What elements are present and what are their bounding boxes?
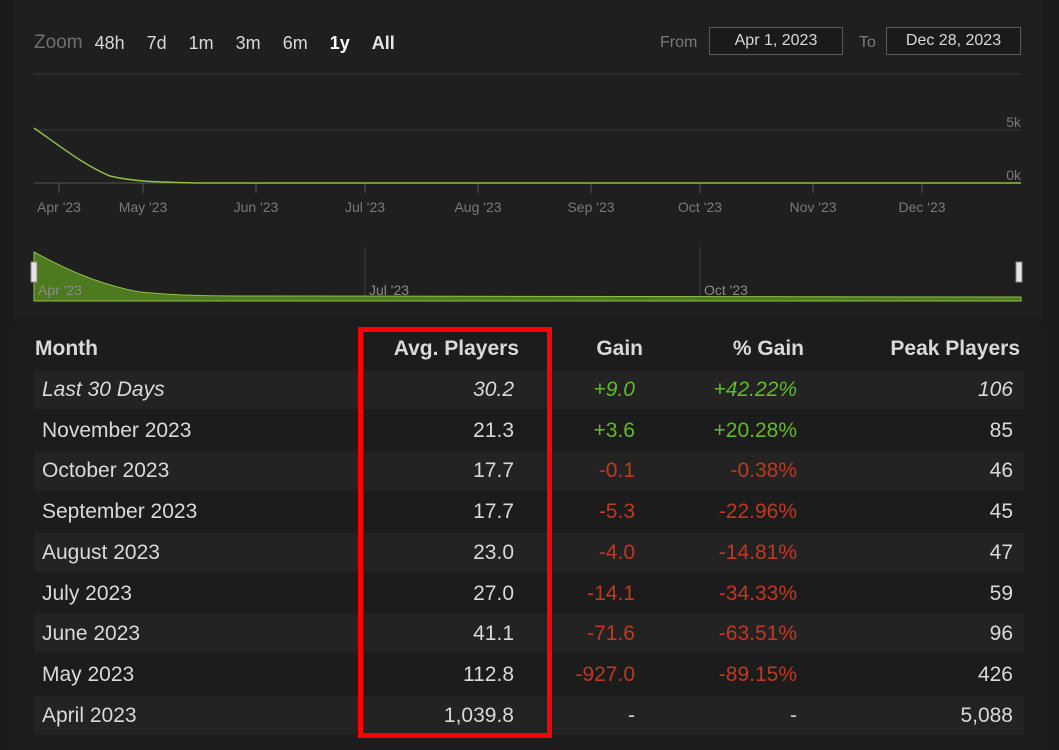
x-tick-label: Oct '23 <box>678 199 722 215</box>
peak-players-cell: 47 <box>989 540 1013 564</box>
month-cell: August 2023 <box>42 540 160 564</box>
x-tick-label: Jul '23 <box>345 199 385 215</box>
player-count-chart: 5k 0k Apr '23 May '23 Jun '23 Jul '23 Aug '2… <box>30 73 1023 302</box>
gain-cell: - <box>628 703 635 727</box>
month-cell: Last 30 Days <box>42 378 165 401</box>
peak-players-cell: 85 <box>989 418 1013 442</box>
peak-players-cell: 45 <box>989 500 1013 524</box>
month-cell: October 2023 <box>42 459 170 483</box>
month-cell: May 2023 <box>42 662 135 686</box>
gain-cell: -5.3 <box>598 500 635 524</box>
peak-players-cell: 426 <box>977 662 1013 686</box>
header-avg-players[interactable]: Avg. Players <box>394 337 519 361</box>
x-tick-label: Apr '23 <box>37 199 81 215</box>
avg-players-cell: 30.2 <box>473 378 514 401</box>
avg-players-cell: 17.7 <box>473 459 514 483</box>
month-cell: November 2023 <box>42 418 192 442</box>
table-row: Last 30 Days 30.2 +9.0 +42.22% 106 <box>34 370 1024 409</box>
gain-cell: -0.1 <box>598 459 635 483</box>
avg-players-cell: 1,039.8 <box>443 703 514 727</box>
table-row: October 2023 17.7 -0.1 -0.38% 46 <box>34 451 1024 491</box>
header-peak-players[interactable]: Peak Players <box>890 337 1020 361</box>
navigator-tick-label: Apr '23 <box>38 282 82 298</box>
peak-players-cell: 106 <box>977 378 1013 401</box>
gain-cell: -71.6 <box>587 622 635 646</box>
peak-players-cell: 59 <box>989 581 1013 605</box>
gain-cell: -927.0 <box>575 662 635 686</box>
avg-players-cell: 21.3 <box>473 418 514 442</box>
pct-gain-cell: +20.28% <box>713 418 798 442</box>
x-tick-label: Sep '23 <box>567 199 614 215</box>
peak-players-cell: 46 <box>989 459 1013 483</box>
pct-gain-cell: +42.22% <box>713 378 798 401</box>
navigator-right-handle[interactable] <box>1015 261 1023 283</box>
avg-players-cell: 17.7 <box>473 500 514 524</box>
y-tick-5k: 5k <box>1006 114 1022 130</box>
table-row: November 2023 21.3 +3.6 +20.28% 85 <box>34 411 1024 450</box>
table-row: April 2023 1,039.8 - - 5,088 <box>34 695 1024 735</box>
table-row: July 2023 27.0 -14.1 -34.33% 59 <box>34 574 1024 613</box>
peak-players-cell: 5,088 <box>960 703 1013 727</box>
navigator-tick-label: Oct '23 <box>704 282 748 298</box>
header-pct-gain[interactable]: % Gain <box>733 337 804 361</box>
pct-gain-cell: -14.81% <box>718 540 797 564</box>
y-tick-0k: 0k <box>1006 167 1022 183</box>
avg-players-cell: 27.0 <box>473 581 514 605</box>
month-cell: July 2023 <box>42 581 132 605</box>
gain-cell: +9.0 <box>593 378 635 401</box>
header-gain[interactable]: Gain <box>596 337 643 361</box>
avg-players-cell: 112.8 <box>463 662 514 686</box>
month-cell: April 2023 <box>42 703 137 727</box>
pct-gain-cell: -0.38% <box>730 459 797 483</box>
pct-gain-cell: -63.51% <box>718 622 797 646</box>
avg-players-cell: 23.0 <box>473 540 514 564</box>
pct-gain-cell: -89.15% <box>718 662 797 686</box>
table-row: September 2023 17.7 -5.3 -22.96% 45 <box>34 492 1024 531</box>
gain-cell: -14.1 <box>587 581 635 605</box>
x-tick-label: Dec '23 <box>898 199 945 215</box>
x-tick-label: Aug '23 <box>454 199 501 215</box>
gain-cell: +3.6 <box>593 418 635 442</box>
header-month[interactable]: Month <box>35 337 98 361</box>
x-tick-label: May '23 <box>119 199 168 215</box>
pct-gain-cell: -34.33% <box>718 581 797 605</box>
avg-players-cell: 41.1 <box>473 622 514 646</box>
pct-gain-cell: - <box>790 703 797 727</box>
x-axis-ticks: Apr '23 May '23 Jun '23 Jul '23 Aug '23 Sep '… <box>37 183 946 215</box>
navigator-tick-label: Jul '23 <box>369 282 409 298</box>
navigator-background <box>34 247 1021 301</box>
gain-cell: -4.0 <box>598 540 635 564</box>
series-line <box>33 127 1021 184</box>
month-cell: June 2023 <box>42 622 141 646</box>
navigator-left-handle[interactable] <box>30 261 38 283</box>
peak-players-cell: 96 <box>989 622 1013 646</box>
x-tick-label: Nov '23 <box>789 199 836 215</box>
table-row: June 2023 41.1 -71.6 -63.51% 96 <box>34 614 1024 654</box>
x-tick-label: Jun '23 <box>234 199 279 215</box>
table-row: May 2023 112.8 -927.0 -89.15% 426 <box>34 655 1024 694</box>
month-cell: September 2023 <box>42 500 198 524</box>
table-row: August 2023 23.0 -4.0 -14.81% 47 <box>34 532 1024 572</box>
pct-gain-cell: -22.96% <box>718 500 797 524</box>
